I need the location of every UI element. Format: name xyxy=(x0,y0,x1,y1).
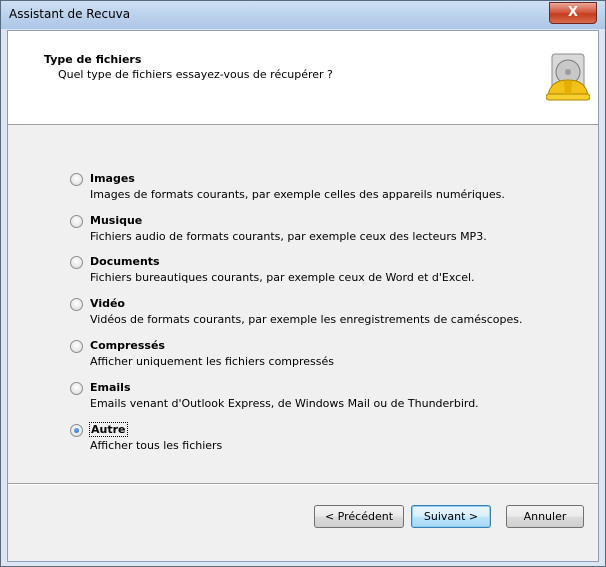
close-icon: X xyxy=(567,5,579,20)
option-label: Documents xyxy=(90,255,160,268)
close-button[interactable]: X xyxy=(549,2,597,24)
option-label: Musique xyxy=(90,214,143,227)
recuva-hardhat-icon xyxy=(546,53,590,101)
option-description: Fichiers bureautiques courants, par exem… xyxy=(90,271,475,284)
option-description: Images de formats courants, par exemple … xyxy=(90,188,505,201)
option-description: Afficher uniquement les fichiers compres… xyxy=(90,355,335,368)
page-subtitle: Quel type de fichiers essayez-vous de ré… xyxy=(58,68,333,81)
option-description: Vidéos de formats courants, par exemple … xyxy=(90,313,523,326)
page-title: Type de fichiers xyxy=(44,53,142,66)
next-button[interactable]: Suivant > xyxy=(411,505,491,528)
recuva-wizard-window: Assistant de Recuva X Type de fichiers Q… xyxy=(0,0,606,567)
cancel-button[interactable]: Annuler xyxy=(506,505,584,528)
radio-compresses[interactable] xyxy=(70,340,83,353)
radio-images[interactable] xyxy=(70,173,83,186)
option-label: Emails xyxy=(90,381,131,394)
radio-musique[interactable] xyxy=(70,215,83,228)
title-bar[interactable]: Assistant de Recuva X xyxy=(1,1,605,29)
wizard-client-area: Type de fichiers Quel type de fichiers e… xyxy=(7,30,599,562)
previous-button[interactable]: < Précédent xyxy=(314,505,404,528)
option-label: Compressés xyxy=(90,339,165,352)
footer-divider xyxy=(8,483,598,485)
radio-documents[interactable] xyxy=(70,256,83,269)
wizard-header: Type de fichiers Quel type de fichiers e… xyxy=(8,31,598,125)
window-title: Assistant de Recuva xyxy=(9,7,131,21)
option-label: Vidéo xyxy=(90,297,125,310)
option-description: Emails venant d'Outlook Express, de Wind… xyxy=(90,397,479,410)
option-label: Autre xyxy=(89,422,128,437)
radio-video[interactable] xyxy=(70,298,83,311)
radio-emails[interactable] xyxy=(70,382,83,395)
radio-autre[interactable] xyxy=(70,424,83,437)
option-description: Afficher tous les fichiers xyxy=(90,439,223,452)
option-description: Fichiers audio de formats courants, par … xyxy=(90,230,487,243)
option-label: Images xyxy=(90,172,135,185)
file-type-options: Images Images de formats courants, par e… xyxy=(8,125,598,483)
